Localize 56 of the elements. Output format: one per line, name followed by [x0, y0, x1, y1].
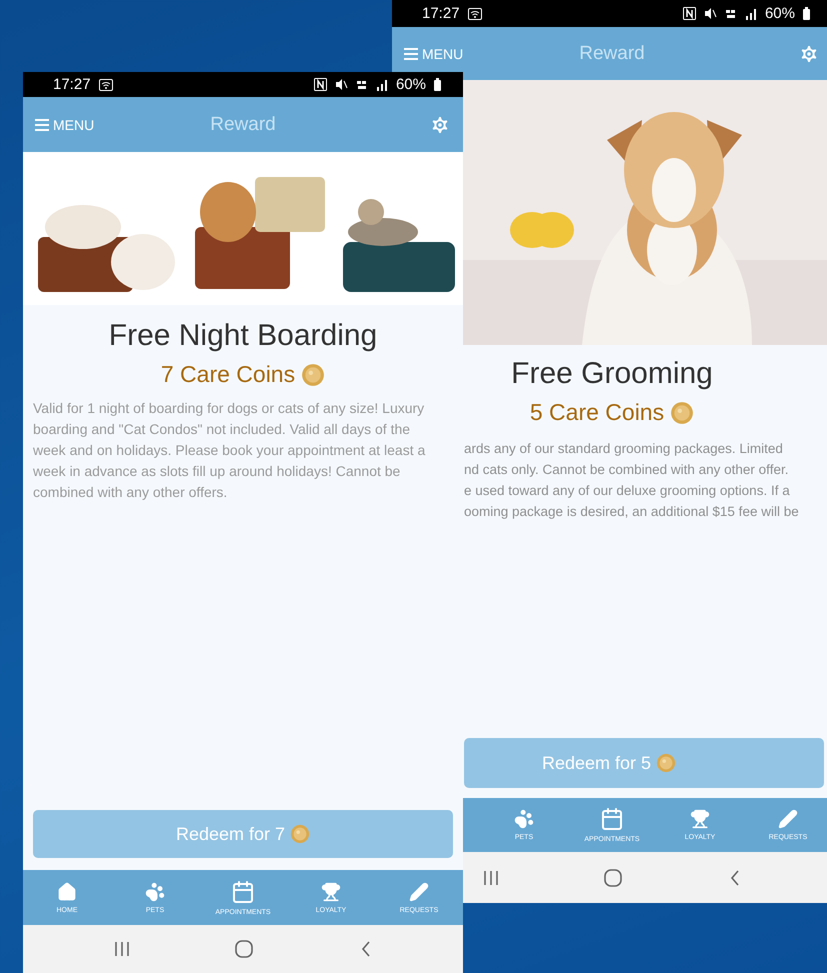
menu-button[interactable]: MENU [404, 46, 464, 62]
home-key-icon [604, 868, 622, 886]
home-button[interactable] [235, 940, 253, 958]
back-icon [361, 941, 371, 957]
pencil-icon [409, 882, 429, 902]
recents-button[interactable] [114, 941, 130, 957]
reward-description: Valid for 1 night of boarding for dogs or cats of any size! Luxury boarding and "Cat Condos" not included. Valid all days of the week and on holidays. Please book your appointment at least a week in advance as slots fill up around holidays! Cannot be combined with any other offers. [32, 399, 426, 502]
status-time: 17:27 [422, 5, 460, 22]
reward-cost: 5 Care Coins [530, 399, 664, 426]
paw-icon [514, 809, 534, 829]
back-button[interactable] [730, 870, 740, 886]
calendar-icon [600, 807, 624, 831]
coin-icon [670, 400, 694, 424]
home-key-icon [235, 940, 253, 958]
network-icon [356, 78, 368, 90]
status-time: 17:27 [53, 76, 91, 93]
nfc-icon [682, 7, 696, 20]
battery-icon [803, 7, 810, 20]
back-button[interactable] [361, 941, 371, 957]
menu-button[interactable]: MENU [35, 116, 94, 132]
screen-title: Reward [210, 114, 276, 136]
calendar-icon [231, 880, 255, 904]
redeem-button[interactable]: Redeem for 5 [464, 738, 824, 788]
menu-icon [404, 48, 418, 60]
home-button[interactable] [604, 868, 622, 886]
network-icon [724, 8, 737, 20]
reward-title: Free Night Boarding [108, 319, 378, 353]
nfc-icon [314, 78, 327, 91]
coin-icon [301, 362, 326, 386]
wifi-icon [98, 78, 113, 90]
home-icon [57, 882, 77, 902]
coin-icon [290, 824, 310, 844]
recents-icon [483, 870, 499, 886]
trophy-icon [690, 809, 710, 829]
paw-icon [145, 882, 165, 902]
redeem-button[interactable]: Redeem for 7 [33, 810, 453, 858]
battery-level: 60% [764, 5, 795, 22]
mute-icon [334, 78, 348, 91]
menu-icon [35, 118, 49, 130]
trophy-icon [321, 882, 341, 902]
recents-icon [114, 941, 130, 957]
reward-cost: 7 Care Coins [160, 361, 296, 388]
coin-icon [656, 753, 676, 773]
recents-button[interactable] [483, 870, 499, 886]
mute-icon [704, 7, 717, 20]
screen-title: Reward [579, 42, 645, 64]
description-line: ards any of our standard grooming packages. Limited [464, 440, 784, 458]
signal-icon [376, 78, 388, 90]
wifi-icon [468, 8, 482, 20]
pencil-icon [778, 809, 798, 829]
description-line: nd cats only. Cannot be combined with any other offer. [464, 461, 790, 479]
signal-icon [744, 8, 757, 20]
description-line: e used toward any of our deluxe grooming options. If a [464, 482, 791, 500]
reward-title: Free Grooming [511, 357, 713, 391]
back-icon [730, 870, 740, 886]
description-line: ooming package is desired, an additional $15 fee will be [464, 503, 800, 521]
